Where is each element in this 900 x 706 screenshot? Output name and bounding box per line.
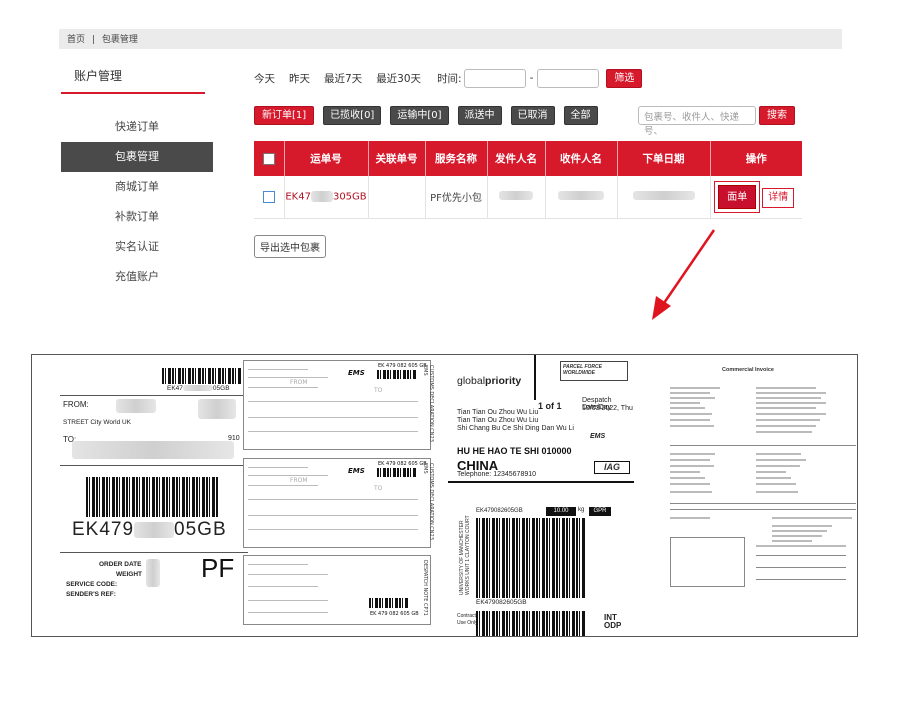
form2-from: FROM bbox=[290, 477, 308, 484]
label3-kg: kg bbox=[578, 507, 585, 513]
label3-odp: ODP bbox=[604, 621, 622, 630]
form2-tracking: EK 479 082 605 GB bbox=[378, 461, 427, 467]
label3-contract: Contract bbox=[457, 613, 476, 619]
form2-side: CUSTOMS DECLARATION CN23 EMS bbox=[422, 463, 434, 540]
divider bbox=[60, 465, 248, 466]
label3-date: 10/03/2022, Thu bbox=[582, 405, 633, 412]
form3-tracking: EK 479 082 605 GB bbox=[370, 611, 419, 617]
label3-page: 1 of 1 bbox=[538, 401, 562, 411]
label3-weight: 10.00 bbox=[546, 507, 576, 516]
label1-top-code: EK47 05GB bbox=[167, 385, 230, 392]
label3-addr2: Tian Tian Ou Zhou Wu Liu bbox=[457, 417, 539, 424]
form1-tracking: EK 479 082 605 GB bbox=[378, 363, 427, 369]
label3-addr1: Tian Tian Ou Zhou Wu Liu bbox=[457, 409, 539, 416]
form1-to: TO bbox=[374, 387, 383, 394]
label1-order-date: ORDER DATE bbox=[99, 561, 142, 568]
barcode-icon bbox=[377, 370, 417, 379]
commercial-invoice: Commercial Invoice bbox=[652, 355, 857, 636]
barcode-icon bbox=[377, 468, 417, 477]
waybill-label-1: EK47 05GB FROM: STREET City World UK TO: … bbox=[58, 355, 248, 636]
label3-addr3: Shi Chang Bu Ce Shi Ding Dan Wu Li bbox=[457, 425, 574, 432]
form3-side: DESPATCH NOTE CP71 bbox=[422, 560, 428, 616]
label3-telephone: Telephone: 12345678910 bbox=[457, 471, 537, 478]
label3-tracking: EK479082605GB bbox=[476, 508, 523, 514]
waybill-label-3-global-priority: globalpriority PARCEL FORCE WORLDWIDE 1 … bbox=[446, 355, 634, 636]
divider bbox=[448, 481, 634, 483]
customs-form-1: FROM TO EMS EK 479 082 605 GB CUSTOMS DE… bbox=[243, 360, 434, 450]
label1-tracking: EK479 05GB bbox=[72, 519, 227, 540]
label3-gpr: GPR bbox=[589, 507, 611, 516]
label1-service-code: SERVICE CODE: bbox=[66, 581, 118, 588]
despatch-note: EK 479 082 605 GB DESPATCH NOTE CP71 bbox=[243, 555, 431, 625]
invoice-title: Commercial Invoice bbox=[722, 367, 774, 373]
form1-side: CUSTOMS DECLARATION CN23 EMS bbox=[422, 365, 434, 442]
global-priority-logo: globalpriority bbox=[457, 375, 522, 387]
from-redacted bbox=[116, 399, 156, 413]
form1-ems: EMS bbox=[348, 369, 365, 377]
waybill-label-2-customs-forms: FROM TO EMS EK 479 082 605 GB CUSTOMS DE… bbox=[243, 355, 435, 636]
label1-service-mark: PF bbox=[201, 553, 235, 583]
divider bbox=[534, 355, 536, 400]
parcelforce-logo: PARCEL FORCE WORLDWIDE bbox=[560, 361, 628, 381]
label3-ems: EMS bbox=[590, 433, 606, 440]
main-barcode-icon bbox=[86, 477, 218, 517]
from-redacted-2 bbox=[198, 399, 236, 419]
label1-from: FROM: bbox=[63, 400, 89, 409]
label3-sender-side: UNIVERSITY OF MANCHESTER WORKS UNIT 1 CL… bbox=[459, 515, 471, 595]
waybill-preview: EK47 05GB FROM: STREET City World UK TO: … bbox=[31, 354, 858, 637]
form2-ems: EMS bbox=[348, 467, 365, 475]
divider bbox=[60, 395, 248, 396]
label3-city: HU HE HAO TE SHI 010000 bbox=[457, 446, 572, 456]
iag-box: IAG bbox=[594, 461, 630, 474]
barcode-icon bbox=[476, 611, 586, 636]
declaration-box bbox=[670, 537, 745, 587]
customs-form-2: FROM TO EMS EK 479 082 605 GB CUSTOMS DE… bbox=[243, 458, 434, 548]
label1-street: STREET City World UK bbox=[63, 419, 132, 426]
barcode-icon bbox=[369, 598, 409, 608]
barcode-icon bbox=[162, 368, 242, 384]
form1-from: FROM bbox=[290, 379, 308, 386]
label3-tracking-bottom: EK479082605GB bbox=[476, 599, 527, 606]
order-redacted bbox=[146, 559, 160, 587]
large-barcode-icon bbox=[476, 518, 586, 598]
label1-weight: WEIGHT bbox=[116, 571, 142, 578]
to-redacted bbox=[72, 441, 234, 459]
label3-use-only: Use Only bbox=[457, 620, 478, 626]
form2-to: TO bbox=[374, 485, 383, 492]
label1-sender-ref: SENDER'S REF: bbox=[66, 591, 116, 598]
